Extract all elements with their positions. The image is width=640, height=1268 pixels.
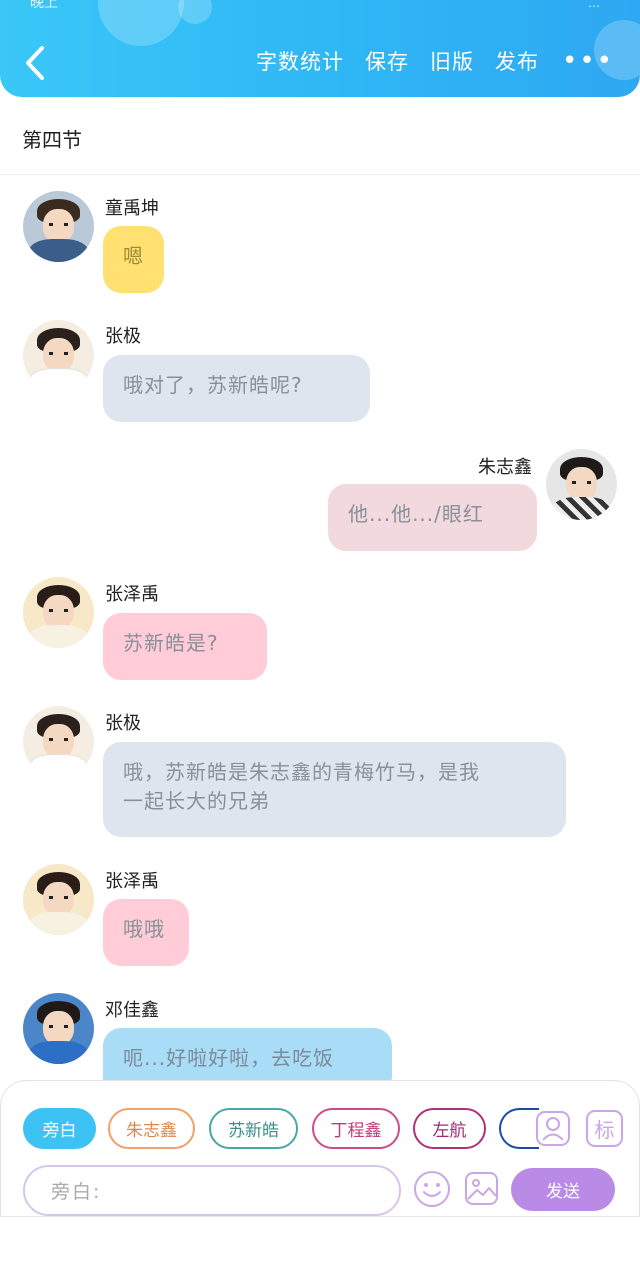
role-chip[interactable]: 朱志鑫 <box>108 1108 195 1149</box>
image-icon <box>465 1172 498 1205</box>
input-prefix: 旁白: <box>51 1181 102 1203</box>
avatar[interactable] <box>546 449 617 520</box>
speaker-name: 童禹坤 <box>105 198 159 219</box>
role-chip-narrator[interactable]: 旁白 <box>23 1108 96 1149</box>
avatar[interactable] <box>23 191 94 262</box>
avatar[interactable] <box>23 864 94 935</box>
tag-button[interactable]: 标 <box>586 1110 623 1147</box>
more-options-button[interactable]: ••• <box>562 48 614 74</box>
add-character-button[interactable] <box>535 1110 571 1147</box>
avatar[interactable] <box>23 577 94 648</box>
avatar[interactable] <box>23 993 94 1064</box>
old-version-button[interactable]: 旧版 <box>430 46 474 76</box>
message-text-line: 哦，苏新皓是朱志鑫的青梅竹马，是我 <box>123 760 480 784</box>
avatar[interactable] <box>23 320 94 391</box>
chevron-left-icon <box>26 46 44 80</box>
message-bubble[interactable]: 哦，苏新皓是朱志鑫的青梅竹马，是我 一起长大的兄弟 <box>103 742 566 837</box>
message-input[interactable]: 旁白: <box>23 1165 401 1216</box>
status-bar-icons: … <box>588 0 600 10</box>
decorative-bubble <box>178 0 212 24</box>
message-text-line: 一起长大的兄弟 <box>123 789 270 813</box>
speaker-name: 张泽禹 <box>105 871 159 892</box>
top-nav-bar: 晚上 … 字数统计 保存 旧版 发布 ••• <box>0 0 640 97</box>
message-bubble[interactable]: 哦哦 <box>103 899 189 966</box>
speaker-name: 张极 <box>105 326 141 347</box>
publish-button[interactable]: 发布 <box>495 46 539 76</box>
avatar[interactable] <box>23 706 94 777</box>
send-button[interactable]: 发送 <box>511 1168 615 1211</box>
divider <box>0 174 640 175</box>
message-bubble[interactable]: 嗯 <box>103 226 164 293</box>
speaker-name: 朱志鑫 <box>478 457 532 478</box>
image-button[interactable] <box>464 1171 499 1206</box>
tag-label: 标 <box>594 1118 615 1142</box>
speaker-name: 张极 <box>105 713 141 734</box>
back-button[interactable] <box>22 44 50 82</box>
speaker-name: 张泽禹 <box>105 584 159 605</box>
role-chip[interactable]: 左航 <box>413 1108 486 1149</box>
role-chip[interactable]: 丁程鑫 <box>312 1108 400 1149</box>
save-button[interactable]: 保存 <box>365 46 409 76</box>
emoji-button[interactable] <box>413 1170 451 1208</box>
person-card-icon <box>536 1111 570 1146</box>
bottom-strip <box>0 1216 640 1268</box>
message-bubble[interactable]: 他...他.../眼红 <box>328 484 537 551</box>
role-chip[interactable]: 苏新皓 <box>209 1108 298 1149</box>
message-bubble[interactable]: 苏新皓是? <box>103 613 267 680</box>
smiley-icon <box>414 1171 450 1207</box>
section-title[interactable]: 第四节 <box>22 124 82 153</box>
message-bubble[interactable]: 哦对了，苏新皓呢? <box>103 355 370 422</box>
input-panel: 旁白 朱志鑫 苏新皓 丁程鑫 左航 标 旁白: 发送 <box>0 1080 640 1216</box>
header-actions: 字数统计 保存 旧版 发布 ••• <box>256 46 614 76</box>
status-bar-time: 晚上 <box>30 0 58 11</box>
role-chip-partial[interactable] <box>499 1108 539 1149</box>
word-count-button[interactable]: 字数统计 <box>256 46 344 76</box>
decorative-bubble <box>98 0 184 46</box>
speaker-name: 邓佳鑫 <box>105 1000 159 1021</box>
